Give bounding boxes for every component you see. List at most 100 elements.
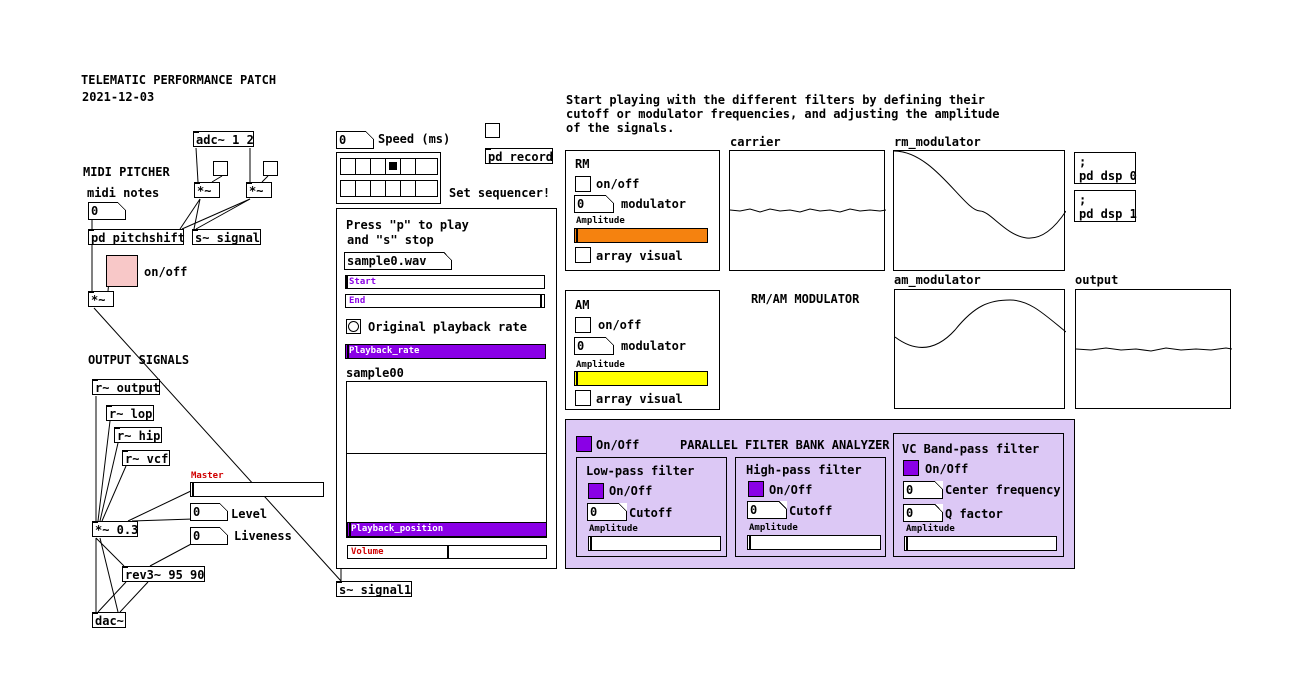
receive-lop-object[interactable]: r~ lop: [106, 405, 154, 421]
am-array-visual-label: array visual: [596, 392, 683, 406]
end-slider-label: End: [349, 296, 366, 306]
highpass-cutoff-label: Cutoff: [789, 504, 833, 518]
pd-patch-canvas: TELEMATIC PERFORMANCE PATCH 2021-12-03 a…: [0, 0, 1315, 696]
rmam-modulator-label: RM/AM MODULATOR: [751, 292, 860, 306]
am-amplitude-label: Amplitude: [576, 360, 625, 370]
mult3-object[interactable]: *~: [88, 291, 114, 307]
rm-modulator-waveform: [893, 150, 1067, 239]
bandpass-amplitude-label: Amplitude: [906, 524, 955, 534]
highpass-onoff-toggle[interactable]: [748, 481, 764, 497]
output-array-name: output: [1075, 273, 1119, 287]
carrier-array-name: carrier: [730, 135, 781, 149]
mult2-object[interactable]: *~: [246, 182, 272, 198]
output-array-graph[interactable]: [1075, 289, 1233, 409]
am-modulator-array-name: am_modulator: [894, 273, 981, 287]
bank-onoff-label: On/Off: [596, 438, 640, 452]
sample-array-graph[interactable]: [346, 381, 547, 538]
lowpass-onoff-toggle[interactable]: [588, 483, 604, 499]
bandpass-q-label: Q factor: [945, 507, 1003, 521]
filters-intro-2: cutoff or modulator frequencies, and adj…: [566, 107, 1000, 121]
midi-notes-label: midi notes: [87, 186, 160, 200]
lowpass-amplitude-slider[interactable]: [588, 536, 721, 551]
output-waveform: [1075, 347, 1233, 352]
send-signal1-object[interactable]: s~ signal1: [336, 581, 412, 597]
playback-position-slider[interactable]: Playback_position: [347, 522, 547, 537]
mult2-toggle[interactable]: [263, 161, 278, 176]
receive-output-object[interactable]: r~ output: [92, 379, 160, 395]
am-modulator-label: modulator: [621, 339, 687, 353]
set-sequencer-label: Set sequencer!: [449, 186, 551, 200]
receive-hip-object[interactable]: r~ hip: [114, 427, 162, 443]
mult1-toggle[interactable]: [213, 161, 228, 176]
liveness-numbox[interactable]: 0: [190, 527, 228, 545]
receive-vcf-object[interactable]: r~ vcf: [122, 450, 170, 466]
highpass-onoff-label: On/Off: [769, 483, 813, 497]
rm-amplitude-slider[interactable]: [574, 228, 708, 243]
speed-numbox[interactable]: 0: [336, 131, 374, 149]
adc-object[interactable]: adc~ 1 2: [193, 131, 254, 147]
sampler-instructions-2: and "s" stop: [347, 233, 434, 247]
playback-rate-slider[interactable]: Playback_rate: [345, 344, 546, 359]
am-onoff-toggle[interactable]: [575, 317, 591, 333]
highpass-amplitude-slider[interactable]: [747, 535, 881, 550]
am-modulator-numbox[interactable]: 0: [574, 337, 614, 355]
rm-amplitude-label: Amplitude: [576, 216, 625, 226]
dsp-off-message[interactable]: ; pd dsp 1: [1074, 190, 1137, 222]
rm-modulator-numbox[interactable]: 0: [574, 195, 614, 213]
pitchshift-subpatch[interactable]: pd pitchshift: [88, 229, 185, 245]
sequencer-step-radio-2[interactable]: [340, 180, 438, 197]
patch-title: TELEMATIC PERFORMANCE PATCH: [81, 73, 277, 87]
mult1-object[interactable]: *~: [194, 182, 220, 198]
bandpass-onoff-toggle[interactable]: [903, 460, 919, 476]
filters-intro-1: Start playing with the different filters…: [566, 93, 986, 107]
record-toggle[interactable]: [485, 123, 500, 138]
start-slider-label: Start: [349, 277, 377, 287]
dsp-on-message[interactable]: ; pd dsp 0: [1074, 152, 1137, 184]
lowpass-cutoff-numbox[interactable]: 0: [587, 503, 627, 521]
rm-title: RM: [575, 157, 590, 171]
volume-slider[interactable]: Volume: [347, 545, 547, 559]
pitchshift-onoff-label: on/off: [144, 265, 188, 279]
highpass-cutoff-numbox[interactable]: 0: [747, 501, 787, 519]
rm-modulator-array-graph[interactable]: [893, 150, 1067, 271]
volume-slider-label: Volume: [351, 547, 384, 557]
midi-pitcher-heading: MIDI PITCHER: [83, 165, 170, 179]
lowpass-amplitude-label: Amplitude: [589, 524, 638, 534]
original-rate-bang[interactable]: [346, 319, 361, 334]
level-numbox[interactable]: 0: [190, 503, 228, 521]
carrier-waveform: [729, 208, 887, 213]
reverb-object[interactable]: rev3~ 95 90: [122, 566, 205, 582]
bank-onoff-toggle[interactable]: [576, 436, 592, 452]
start-slider[interactable]: Start: [345, 275, 545, 289]
sequencer-step-radio-1[interactable]: [340, 158, 438, 175]
pitchshift-onoff-bang[interactable]: [106, 255, 138, 287]
rm-modulator-label: modulator: [621, 197, 687, 211]
lowpass-onoff-label: On/Off: [609, 484, 653, 498]
record-subpatch[interactable]: pd record: [485, 148, 553, 164]
dac-object[interactable]: dac~: [92, 612, 126, 628]
filters-intro-3: of the signals.: [566, 121, 675, 135]
bandpass-amplitude-slider[interactable]: [904, 536, 1057, 551]
master-slider[interactable]: [190, 482, 324, 497]
send-signal-object[interactable]: s~ signal: [192, 229, 261, 245]
lowpass-title: Low-pass filter: [586, 464, 695, 478]
carrier-array-graph[interactable]: [729, 150, 887, 271]
bandpass-center-numbox[interactable]: 0: [903, 481, 943, 499]
sample-file-symbol[interactable]: sample0.wav: [344, 252, 452, 270]
mult-gain-object[interactable]: *~ 0.3: [92, 521, 138, 537]
sampler-instructions-1: Press "p" to play: [346, 218, 469, 232]
midi-notes-numbox[interactable]: 0: [88, 202, 126, 220]
rm-onoff-toggle[interactable]: [575, 176, 591, 192]
bandpass-q-numbox[interactable]: 0: [903, 504, 943, 522]
am-modulator-array-graph[interactable]: [894, 289, 1067, 409]
bandpass-onoff-label: On/Off: [925, 462, 969, 476]
level-label: Level: [231, 507, 268, 521]
rm-array-visual-toggle[interactable]: [575, 247, 591, 263]
am-array-visual-toggle[interactable]: [575, 390, 591, 406]
end-slider[interactable]: End: [345, 294, 545, 308]
sample-array-name: sample00: [346, 366, 404, 380]
am-amplitude-slider[interactable]: [574, 371, 708, 386]
playback-position-label: Playback_position: [351, 524, 444, 534]
bandpass-center-label: Center frequency: [945, 483, 1061, 497]
rm-array-visual-label: array visual: [596, 249, 683, 263]
